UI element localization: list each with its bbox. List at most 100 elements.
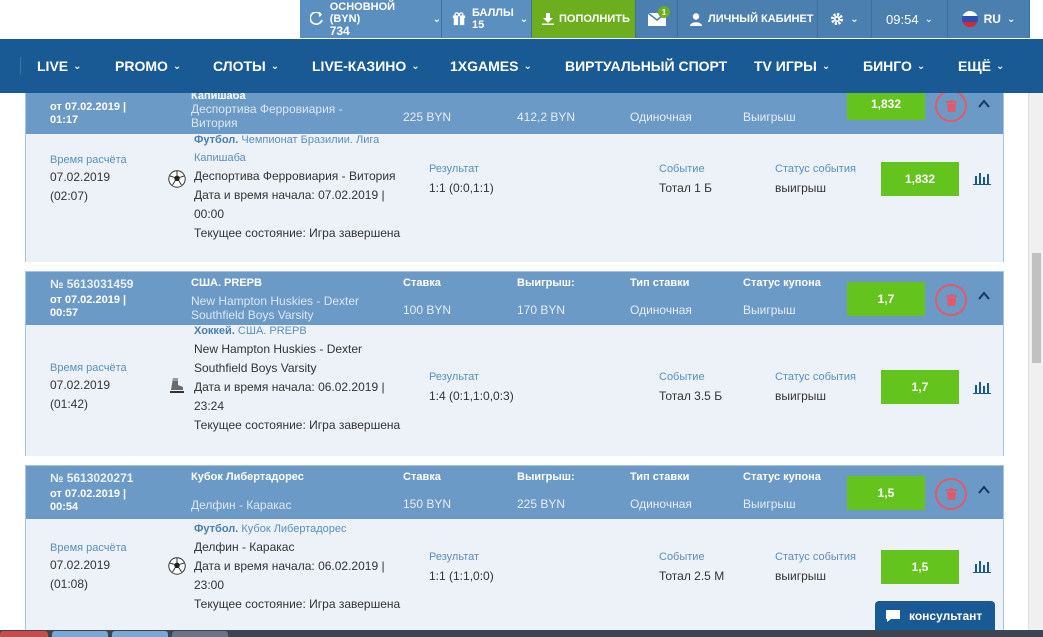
start-date: 06.02.2019 | bbox=[318, 559, 385, 573]
coupon-number: № 5613020271 bbox=[50, 471, 134, 485]
chat-bubble-icon bbox=[886, 610, 900, 622]
event-status-label: Статус события bbox=[775, 371, 856, 383]
consultant-chat-button[interactable]: консультант bbox=[875, 601, 995, 631]
soccer-ball-icon bbox=[168, 557, 186, 575]
event-league: Футбол. Кубок Либертадорес bbox=[194, 520, 414, 538]
scrollbar-thumb[interactable] bbox=[1032, 253, 1041, 363]
chevron-down-icon: ⌄ bbox=[270, 60, 280, 72]
event-state: Текущее состояние: Игра завершена bbox=[194, 595, 404, 614]
bar-chart-icon[interactable] bbox=[973, 559, 991, 573]
nav-promo[interactable]: PROMO ⌄ bbox=[115, 39, 181, 93]
league-name: Кубок Либертадорес bbox=[241, 523, 347, 535]
stake-label: Ставка bbox=[403, 277, 441, 289]
result-label: Результат bbox=[429, 163, 480, 175]
event-start: Дата и время начала: 06.02.2019 | bbox=[194, 378, 404, 397]
event-coefficient: 1,5 bbox=[881, 550, 959, 584]
coupon-time-line: 00:54 bbox=[50, 501, 79, 513]
messages-button[interactable]: 1 bbox=[636, 0, 678, 38]
calc-date-value: 07.02.2019 bbox=[50, 558, 111, 572]
nav-virtual-sport[interactable]: ВИРТУАЛЬНЫЙ СПОРТ bbox=[565, 39, 727, 93]
coupon-win: 225 BYN bbox=[517, 497, 566, 511]
page-scrollbar[interactable] bbox=[1028, 93, 1043, 637]
bar-chart-icon[interactable] bbox=[973, 171, 991, 185]
user-icon bbox=[690, 12, 702, 26]
balance-value: 734 bbox=[329, 24, 350, 38]
start-date: 06.02.2019 | bbox=[318, 380, 385, 394]
bar-chart-icon[interactable] bbox=[973, 380, 991, 394]
coupon-stake: 100 BYN bbox=[403, 303, 452, 317]
coupon-header[interactable]: от 07.02.2019 | 01:17 Капишаба Деспортив… bbox=[26, 93, 1003, 134]
state-value: Игра завершена bbox=[309, 418, 401, 432]
event-info: Деспортива Ферровиария - Витория Дата и … bbox=[194, 167, 404, 243]
coupon-details: Время расчёта 07.02.2019 (02:07) Футбол.… bbox=[26, 134, 1003, 262]
state-prefix: Текущее состояние: bbox=[194, 226, 310, 240]
coupon-date-line: от 07.02.2019 | bbox=[50, 101, 127, 113]
chevron-down-icon: ⌄ bbox=[924, 13, 933, 25]
language-selector[interactable]: RU ⌄ bbox=[948, 0, 1030, 38]
download-icon bbox=[542, 13, 554, 25]
nav-1xgames[interactable]: 1XGAMES ⌄ bbox=[450, 39, 532, 93]
coupon-league: США. PREPВ bbox=[191, 277, 262, 289]
nav-more[interactable]: ЕЩЁ ⌄ bbox=[958, 39, 1004, 93]
calc-time-label: Время расчёта bbox=[50, 154, 127, 166]
coupon-details: Время расчёта 07.02.2019 (01:08) Футбол.… bbox=[26, 519, 1003, 637]
chevron-down-icon: ⌄ bbox=[411, 60, 420, 72]
balance-selector[interactable]: ОСНОВНОЙ (BYN) 734 ⌄ bbox=[300, 0, 442, 38]
event-value: Тотал 2.5 М bbox=[659, 569, 725, 583]
calc-date: 07.02.2019 (01:42) bbox=[50, 376, 110, 414]
sport-name: Футбол. bbox=[194, 134, 239, 146]
delete-coupon-button[interactable] bbox=[935, 93, 967, 122]
taskbar-button[interactable] bbox=[52, 631, 108, 637]
nav-divider bbox=[20, 57, 21, 75]
nav-slots[interactable]: СЛОТЫ ⌄ bbox=[213, 39, 279, 93]
event-start: Дата и время начала: 06.02.2019 | bbox=[194, 557, 404, 576]
russia-flag-icon bbox=[961, 11, 978, 27]
event-status-value: выигрыш bbox=[775, 181, 827, 195]
gear-icon bbox=[831, 13, 844, 25]
coupon-date: от 07.02.2019 | 01:17 bbox=[50, 101, 150, 127]
settings-button[interactable]: ⌄ bbox=[818, 0, 872, 38]
state-prefix: Текущее состояние: bbox=[194, 418, 310, 432]
nav-live-casino[interactable]: LIVE-КАЗИНО ⌄ bbox=[312, 39, 420, 93]
coupon-date-line: от 07.02.2019 | bbox=[50, 294, 127, 306]
coupon-header[interactable]: № 5613031459 от 07.02.2019 | 00:57 США. … bbox=[26, 272, 1003, 325]
start-time: 23:00 bbox=[194, 578, 225, 592]
coupon-details: Время расчёта 07.02.2019 (01:42) Хоккей.… bbox=[26, 325, 1003, 456]
event-value: Тотал 1 Б bbox=[659, 181, 713, 195]
soccer-ball-icon bbox=[168, 170, 186, 188]
delete-coupon-button[interactable] bbox=[935, 284, 967, 316]
event-teams: Делфин - Каракас bbox=[194, 540, 295, 554]
coupon-header[interactable]: № 5613020271 от 07.02.2019 | 00:54 Кубок… bbox=[26, 466, 1003, 519]
bonus-selector[interactable]: БАЛЛЫ 15 ⌄ bbox=[442, 0, 532, 38]
deposit-button[interactable]: ПОПОЛНИТЬ bbox=[532, 0, 636, 38]
nav-bingo[interactable]: БИНГО ⌄ bbox=[863, 39, 925, 93]
trash-icon bbox=[945, 100, 957, 112]
sport-name: Футбол. bbox=[194, 523, 239, 535]
chevron-down-icon: ⌄ bbox=[432, 13, 441, 25]
chevron-down-icon: ⌄ bbox=[850, 13, 859, 25]
nav-tv-games[interactable]: TV ИГРЫ ⌄ bbox=[754, 39, 830, 93]
delete-coupon-button[interactable] bbox=[935, 478, 967, 510]
coupon-win: 170 BYN bbox=[517, 303, 566, 317]
nav-live[interactable]: LIVE ⌄ bbox=[37, 39, 82, 93]
nav-label: 1XGAMES bbox=[450, 58, 519, 74]
coupon-league: Кубок Либертадорес bbox=[191, 471, 304, 483]
os-taskbar bbox=[0, 630, 1043, 637]
chevron-up-icon[interactable] bbox=[977, 483, 991, 497]
messages-badge: 1 bbox=[658, 6, 670, 18]
calc-time-value: (02:07) bbox=[50, 189, 89, 203]
win-label: Выигрыш: bbox=[517, 277, 575, 289]
taskbar-button[interactable] bbox=[112, 631, 168, 637]
coupon-time-line: 00:57 bbox=[50, 307, 79, 319]
coupon-bet-type: Одиночная bbox=[630, 303, 692, 317]
start-prefix: Дата и время начала: bbox=[194, 188, 319, 202]
trash-icon bbox=[945, 488, 957, 500]
chevron-up-icon[interactable] bbox=[977, 289, 991, 303]
personal-cabinet-button[interactable]: ЛИЧНЫЙ КАБИНЕТ bbox=[678, 0, 818, 38]
chevron-up-icon[interactable] bbox=[977, 97, 991, 111]
taskbar-button[interactable] bbox=[0, 631, 48, 637]
taskbar-button[interactable] bbox=[172, 631, 228, 637]
deposit-label: ПОПОЛНИТЬ bbox=[559, 13, 630, 25]
time-selector[interactable]: 09:54 ⌄ bbox=[872, 0, 948, 38]
event-teams: New Hampton Huskies - Dexter Southfield … bbox=[194, 342, 363, 375]
